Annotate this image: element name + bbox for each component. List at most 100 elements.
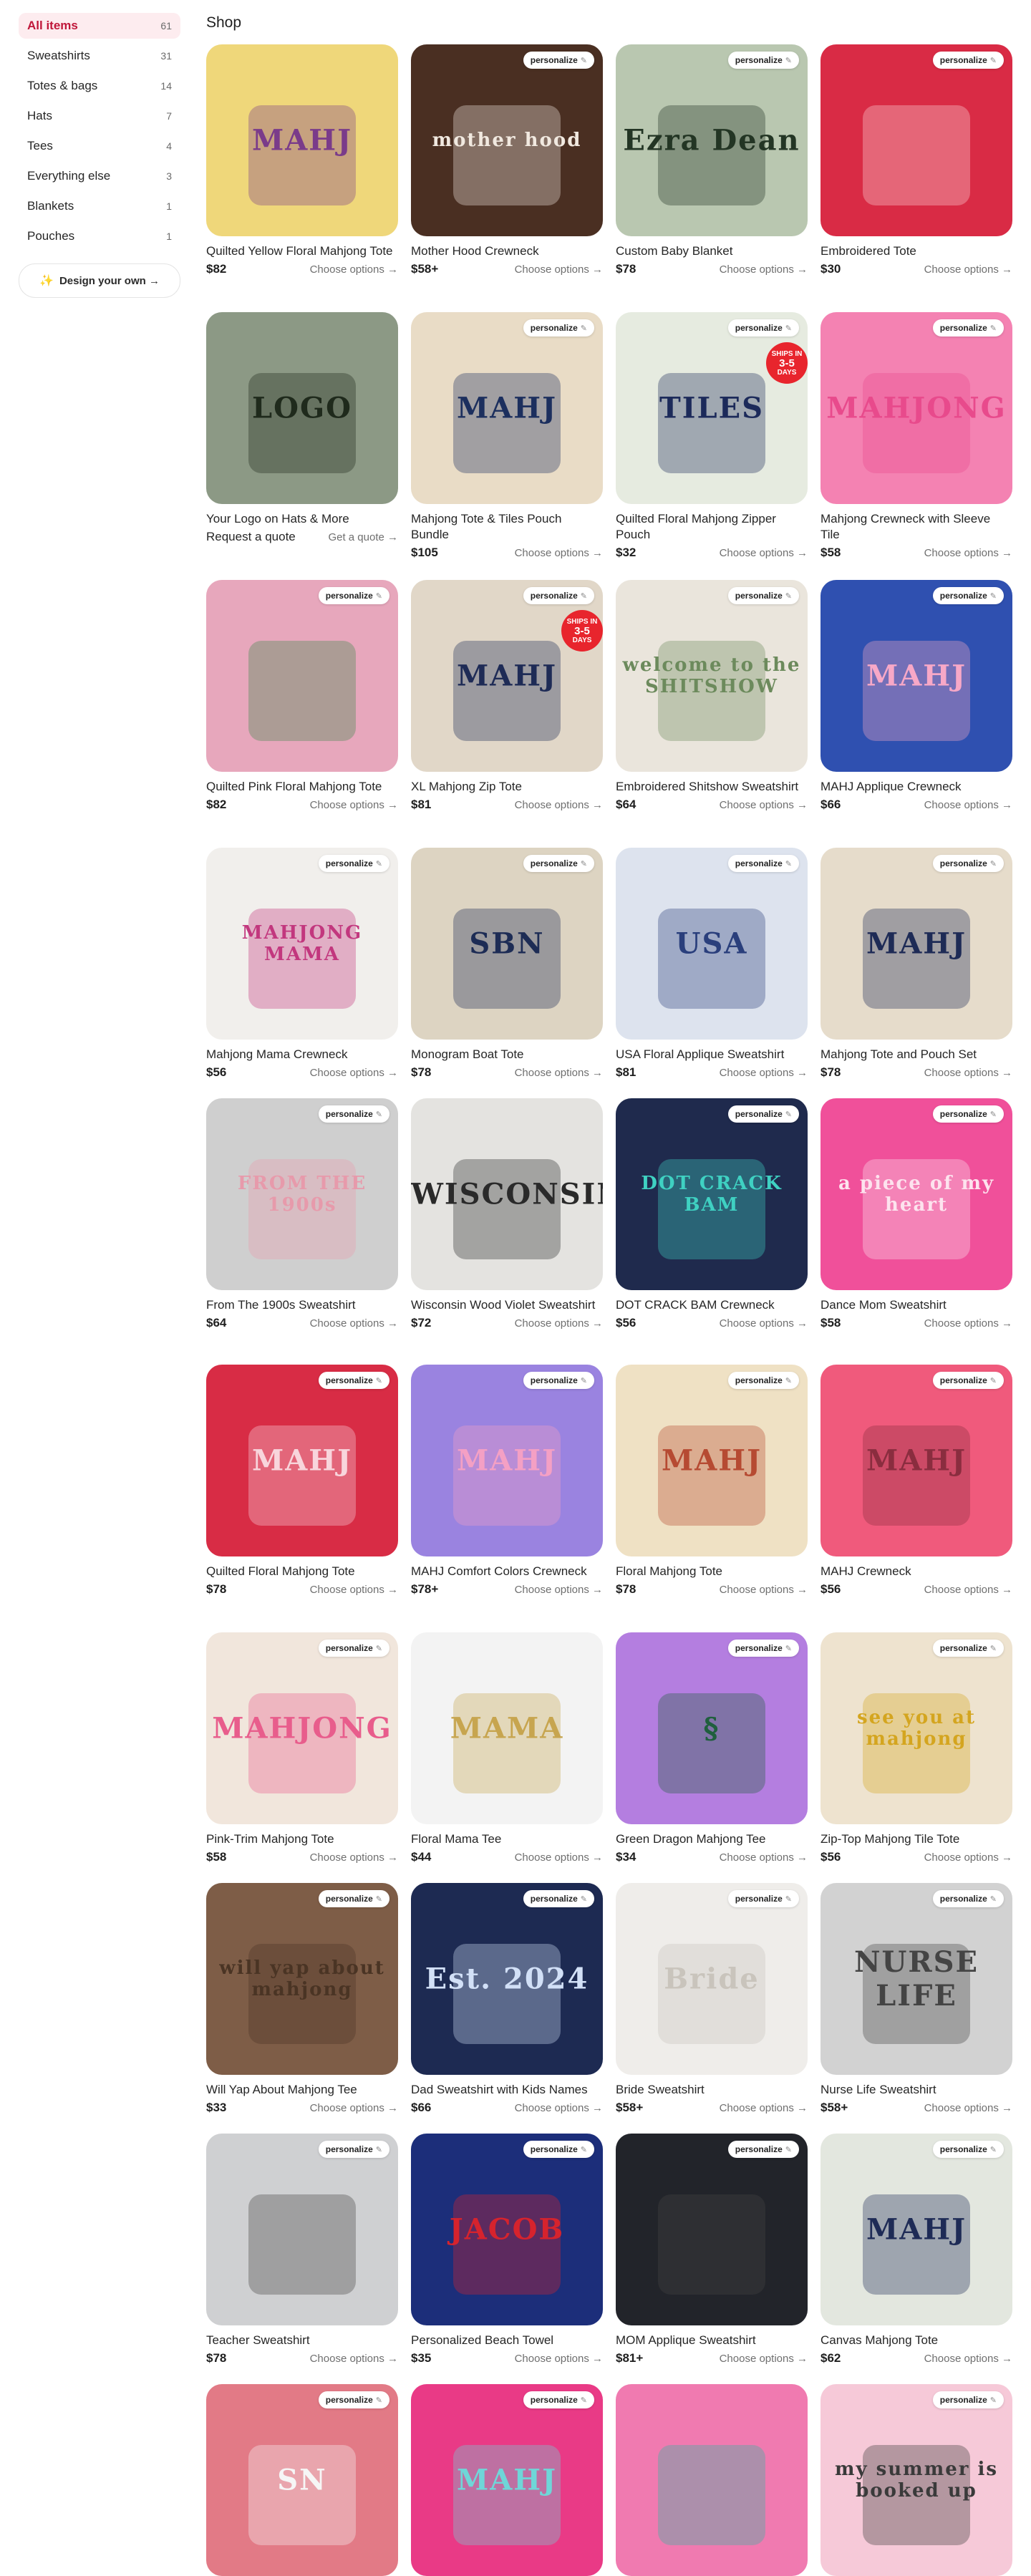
product-card[interactable]: MAHJ personalize ✎ Mahjong Tote and Pouch S… (821, 848, 1012, 1080)
personalize-badge[interactable]: personalize ✎ (932, 1105, 1004, 1123)
product-card[interactable]: see you at mahjong personalize ✎ Zip-Top Ma… (821, 1632, 1012, 1864)
product-card[interactable]: MAHJ Quilted Yellow Floral Mahjong Tote $8… (206, 44, 398, 276)
product-name[interactable]: MAHJ Comfort Colors Crewneck (411, 1564, 603, 1579)
personalize-badge[interactable]: personalize ✎ (932, 1372, 1004, 1389)
product-name[interactable]: Mahjong Tote and Pouch Set (821, 1047, 1012, 1062)
product-image[interactable]: Bride personalize ✎ (616, 1883, 808, 2075)
product-name[interactable]: Wisconsin Wood Violet Sweatshirt (411, 1297, 603, 1313)
product-image[interactable]: § personalize ✎ (616, 1632, 808, 1824)
product-image[interactable]: personalize ✎ (616, 2134, 808, 2325)
product-name[interactable]: Mahjong Crewneck with Sleeve Tile (821, 511, 1012, 543)
product-card[interactable]: MAHJ personalize ✎ Canvas Mahjong Tote $62 Ch… (821, 2134, 1012, 2366)
product-image[interactable]: MAHJ personalize ✎ (821, 580, 1012, 772)
product-name[interactable]: Canvas Mahjong Tote (821, 2333, 1012, 2348)
personalize-badge[interactable]: personalize ✎ (318, 1372, 389, 1389)
product-image[interactable]: NURSE LIFE personalize ✎ (821, 1883, 1012, 2075)
product-card[interactable]: my summer is booked up personalize ✎ (821, 2384, 1012, 2576)
product-card[interactable]: MAHJ personalize ✎ MAHJ Comfort Colors Crew… (411, 1365, 603, 1597)
sidebar-item-sweatshirts[interactable]: Sweatshirts 31 (19, 43, 180, 69)
personalize-badge[interactable]: personalize ✎ (523, 855, 594, 872)
product-name[interactable]: Personalized Beach Towel (411, 2333, 603, 2348)
product-image[interactable]: SN personalize ✎ (206, 2384, 398, 2576)
product-image[interactable]: MAMA (411, 1632, 603, 1824)
choose-options-link[interactable]: Choose options → (924, 2353, 1012, 2365)
personalize-badge[interactable]: personalize ✎ (727, 1105, 799, 1123)
product-name[interactable]: Floral Mama Tee (411, 1831, 603, 1847)
product-image[interactable]: DOT CRACK BAM personalize ✎ (616, 1098, 808, 1290)
personalize-badge[interactable]: personalize ✎ (318, 1105, 389, 1123)
product-card[interactable]: personalize ✎ Embroidered Tote $30 Choose op… (821, 44, 1012, 276)
product-card[interactable] (616, 2384, 808, 2576)
product-image[interactable]: welcome to the SHITSHOW personalize ✎ (616, 580, 808, 772)
product-card[interactable]: USA personalize ✎ USA Floral Applique Sweat… (616, 848, 808, 1080)
product-card[interactable]: MAHJ personalize ✎ Floral Mahjong Tote $78 Ch… (616, 1365, 808, 1597)
product-image[interactable]: MAHJ personalize ✎ (821, 1365, 1012, 1556)
choose-options-link[interactable]: Choose options → (515, 547, 603, 559)
product-card[interactable]: Est. 2024 personalize ✎ Dad Sweatshirt with… (411, 1883, 603, 2115)
personalize-badge[interactable]: personalize ✎ (727, 1372, 799, 1389)
product-card[interactable]: MAHJ personalize ✎ SHIPS IN 3-5 DAYS XL Mahjon… (411, 580, 603, 812)
product-card[interactable]: FROM THE 1900s personalize ✎ From The 1900s… (206, 1098, 398, 1330)
product-image[interactable]: USA personalize ✎ (616, 848, 808, 1040)
choose-options-link[interactable]: Choose options → (720, 1584, 808, 1596)
personalize-badge[interactable]: personalize ✎ (932, 855, 1004, 872)
product-image[interactable]: MAHJ personalize ✎ (821, 848, 1012, 1040)
choose-options-link[interactable]: Choose options → (310, 1067, 398, 1079)
product-name[interactable]: Embroidered Tote (821, 243, 1012, 259)
product-card[interactable]: WISCONSIN Wisconsin Wood Violet Sweatshir… (411, 1098, 603, 1330)
personalize-badge[interactable]: personalize ✎ (932, 2141, 1004, 2158)
design-your-own-button[interactable]: ✨ Design your own → (19, 263, 180, 298)
product-image[interactable]: MAHJ personalize ✎ (411, 2384, 603, 2576)
product-image[interactable]: see you at mahjong personalize ✎ (821, 1632, 1012, 1824)
product-card[interactable]: JACOB personalize ✎ Personalized Beach Towe… (411, 2134, 603, 2366)
product-image[interactable]: will yap about mahjong personalize ✎ (206, 1883, 398, 2075)
personalize-badge[interactable]: personalize ✎ (523, 319, 594, 336)
sidebar-item-totes-bags[interactable]: Totes & bags 14 (19, 73, 180, 99)
product-card[interactable]: MAHJ personalize ✎ Quilted Floral Mahjong T… (206, 1365, 398, 1597)
product-card[interactable]: mother hood personalize ✎ Mother Hood Crewn… (411, 44, 603, 276)
choose-options-link[interactable]: Choose options → (720, 263, 808, 276)
product-card[interactable]: personalize ✎ Quilted Pink Floral Mahjong … (206, 580, 398, 812)
product-image[interactable]: Ezra Dean personalize ✎ (616, 44, 808, 236)
choose-options-link[interactable]: Choose options → (515, 1851, 603, 1864)
sidebar-item-everything-else[interactable]: Everything else 3 (19, 163, 180, 189)
product-image[interactable]: MAHJ personalize ✎ (206, 1365, 398, 1556)
product-name[interactable]: Dance Mom Sweatshirt (821, 1297, 1012, 1313)
personalize-badge[interactable]: personalize ✎ (727, 2141, 799, 2158)
product-card[interactable]: SN personalize ✎ (206, 2384, 398, 2576)
product-name[interactable]: Floral Mahjong Tote (616, 1564, 808, 1579)
personalize-badge[interactable]: personalize ✎ (932, 319, 1004, 336)
product-name[interactable]: MAHJ Applique Crewneck (821, 779, 1012, 795)
product-name[interactable]: Dad Sweatshirt with Kids Names (411, 2082, 603, 2098)
product-image[interactable]: MAHJONG MAMA personalize ✎ (206, 848, 398, 1040)
choose-options-link[interactable]: Choose options → (310, 1851, 398, 1864)
get-quote-link[interactable]: Get a quote → (328, 531, 398, 543)
product-image[interactable]: a piece of my heart personalize ✎ (821, 1098, 1012, 1290)
product-name[interactable]: Quilted Floral Mahjong Tote (206, 1564, 398, 1579)
choose-options-link[interactable]: Choose options → (310, 263, 398, 276)
sidebar-item-tees[interactable]: Tees 4 (19, 133, 180, 159)
product-card[interactable]: DOT CRACK BAM personalize ✎ DOT CRACK BAM C… (616, 1098, 808, 1330)
choose-options-link[interactable]: Choose options → (515, 263, 603, 276)
choose-options-link[interactable]: Choose options → (515, 1067, 603, 1079)
personalize-badge[interactable]: personalize ✎ (932, 587, 1004, 604)
product-image[interactable]: MAHJ personalize ✎ (411, 312, 603, 504)
product-card[interactable]: welcome to the SHITSHOW personalize ✎ Embro… (616, 580, 808, 812)
product-image[interactable]: MAHJ personalize ✎ (411, 1365, 603, 1556)
product-name[interactable]: Quilted Pink Floral Mahjong Tote (206, 779, 398, 795)
choose-options-link[interactable]: Choose options → (924, 1851, 1012, 1864)
choose-options-link[interactable]: Choose options → (720, 547, 808, 559)
product-name[interactable]: MOM Applique Sweatshirt (616, 2333, 808, 2348)
product-name[interactable]: Green Dragon Mahjong Tee (616, 1831, 808, 1847)
personalize-badge[interactable]: personalize ✎ (727, 1890, 799, 1907)
product-image[interactable]: FROM THE 1900s personalize ✎ (206, 1098, 398, 1290)
product-card[interactable]: NURSE LIFE personalize ✎ Nurse Life Sweatsh… (821, 1883, 1012, 2115)
product-image[interactable] (616, 2384, 808, 2576)
choose-options-link[interactable]: Choose options → (515, 799, 603, 811)
choose-options-link[interactable]: Choose options → (720, 2353, 808, 2365)
product-card[interactable]: TILES personalize ✎ SHIPS IN 3-5 DAYS Quilted … (616, 312, 808, 560)
personalize-badge[interactable]: personalize ✎ (318, 1890, 389, 1907)
personalize-badge[interactable]: personalize ✎ (523, 52, 594, 69)
personalize-badge[interactable]: personalize ✎ (727, 1640, 799, 1657)
choose-options-link[interactable]: Choose options → (924, 799, 1012, 811)
